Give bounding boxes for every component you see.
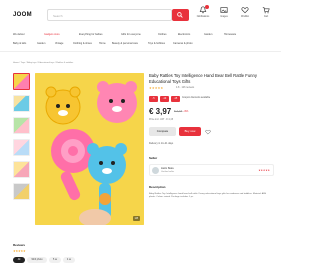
seller-subtitle: Verified seller — [161, 171, 175, 173]
nav-item[interactable]: Gifts for everyone — [121, 33, 141, 36]
thumbnail[interactable] — [13, 95, 30, 112]
nav-item[interactable]: Electronics — [178, 33, 190, 36]
category-link[interactable]: Clothing & shoes — [73, 42, 92, 45]
seller-name: Joom Store — [161, 167, 174, 170]
thumbnail[interactable] — [13, 139, 30, 156]
filter-chip[interactable]: 5 ★ — [49, 257, 61, 263]
image-counter: 1/8 — [132, 216, 140, 221]
rating-count[interactable]: 4.8 · 126 reviews — [176, 86, 194, 89]
shipping-info: Delivery in 14–21 days — [149, 142, 174, 145]
cart-button[interactable]: Cart — [256, 6, 276, 22]
image-icon — [220, 7, 228, 13]
category-link[interactable]: Beauty & personal care — [112, 42, 138, 45]
header-divider — [0, 51, 281, 52]
nav-item[interactable]: Everything for babies — [79, 33, 103, 36]
promo-chip[interactable]: -10 — [160, 96, 169, 102]
promo-text: Coupon discounts available — [182, 97, 211, 99]
notifications-button[interactable]: Notifications — [193, 5, 213, 22]
thumbnail[interactable] — [13, 161, 30, 178]
category-link[interactable]: Toys & hobbies — [148, 42, 165, 45]
secondary-nav: Baby & kids Garden Vintage Clothing & sh… — [0, 40, 281, 48]
product-title: Baby Rattles Toy Intelligence Hand Bear … — [149, 73, 257, 84]
price-note: Price incl. VAT · € 4,15 — [149, 118, 174, 121]
header: JOOM Search Notifications Images Wishlis… — [0, 0, 281, 30]
category-link[interactable]: Home — [99, 42, 106, 45]
seller-rating: ★★★★★ — [258, 169, 270, 172]
product-description: Baby Rattles Toy. Intelligence hand bear… — [149, 193, 267, 199]
images-button[interactable]: Images — [214, 6, 234, 22]
seller-card[interactable]: Joom Store Verified seller ★★★★★ — [149, 164, 274, 176]
notification-badge — [205, 5, 209, 9]
nav-item[interactable]: Gadgets store — [44, 33, 60, 36]
reviews-heading: Reviews — [13, 243, 26, 247]
cart-label: Cart — [263, 16, 269, 18]
buy-now-button[interactable]: Buy now — [179, 127, 201, 136]
thumbnail[interactable] — [13, 73, 30, 90]
search-input[interactable]: Search — [47, 9, 172, 21]
thumbnail[interactable] — [13, 117, 30, 134]
promo-chip[interactable]: -5 — [149, 96, 158, 102]
product-price: € 3,97 — [149, 107, 172, 116]
notifications-label: Notifications — [196, 16, 210, 18]
thumbnail[interactable] — [13, 183, 30, 200]
search-button[interactable] — [172, 9, 189, 21]
logo[interactable]: JOOM — [13, 12, 32, 18]
nav-item[interactable]: We deliver — [13, 33, 25, 36]
wishlist-label: Wishlist — [241, 16, 249, 18]
rating-stars[interactable]: ★★★★★ — [149, 86, 163, 90]
heart-icon — [241, 7, 249, 14]
avatar — [152, 167, 159, 174]
nav-item[interactable]: Garden — [204, 33, 212, 36]
nav-item[interactable]: Homeware — [224, 33, 236, 36]
filter-chip[interactable]: With photo — [27, 257, 47, 263]
filter-chip[interactable]: All — [13, 257, 25, 263]
discount-badge: -4% — [183, 109, 189, 113]
wishlist-button[interactable]: Wishlist — [235, 6, 255, 22]
primary-nav: We deliver Gadgets store Everything for … — [0, 31, 281, 39]
filter-chip[interactable]: 4 ★ — [63, 257, 75, 263]
seller-heading: Seller — [149, 156, 158, 160]
old-price: € 4,15 — [174, 109, 183, 113]
heart-icon[interactable] — [205, 129, 211, 135]
category-link[interactable]: Cameras & photo — [173, 42, 192, 45]
reviews-stars: ★★★★★ — [13, 249, 26, 253]
images-label: Images — [220, 16, 228, 18]
rattle-toys-illustration — [35, 73, 144, 225]
search-icon — [177, 12, 183, 18]
nav-item[interactable]: Clothes — [158, 33, 166, 36]
product-image[interactable]: 1/8 — [35, 73, 144, 225]
category-link[interactable]: Vintage — [55, 42, 63, 45]
cart-icon — [262, 7, 270, 14]
category-link[interactable]: Garden — [37, 42, 45, 45]
search-placeholder: Search — [53, 14, 63, 18]
category-link[interactable]: Baby & kids — [13, 42, 26, 45]
compare-button[interactable]: Compare — [149, 127, 176, 136]
description-heading: Description — [149, 185, 166, 189]
breadcrumb[interactable]: Home / Toys / Baby toys / Educational to… — [13, 62, 73, 64]
promo-chip[interactable]: -15 — [171, 96, 180, 102]
